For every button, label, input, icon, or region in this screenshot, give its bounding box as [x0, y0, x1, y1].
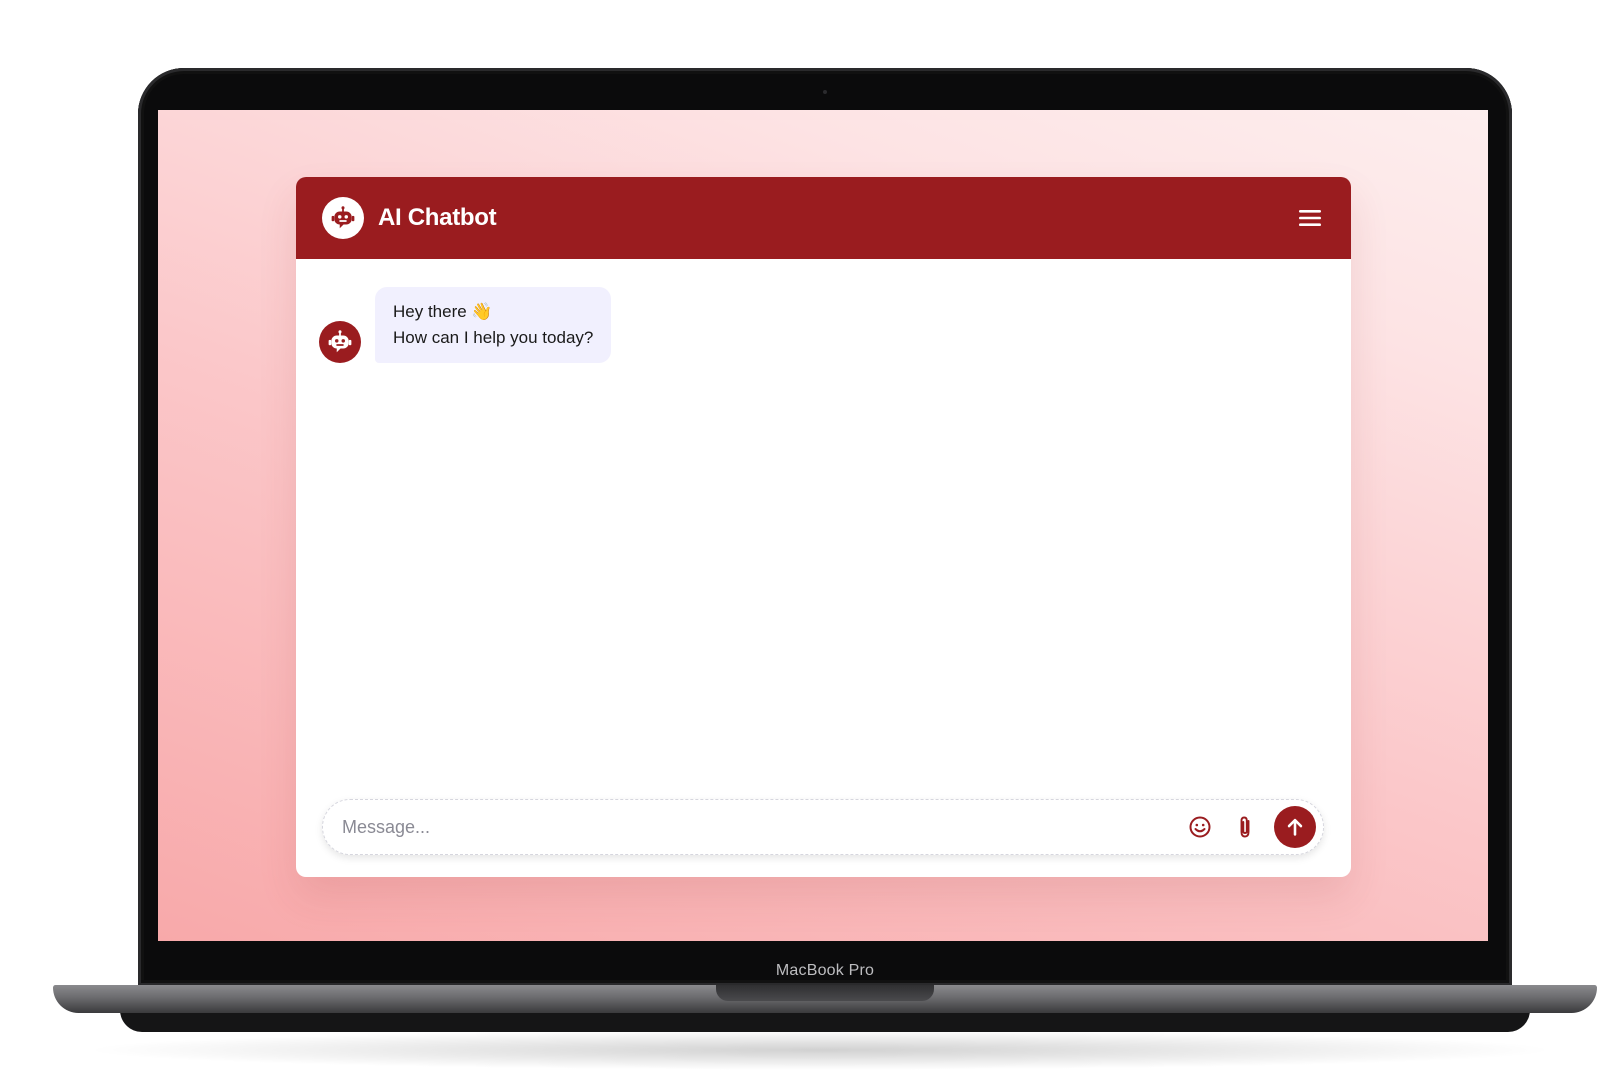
chat-header: AI Chatbot [296, 177, 1351, 259]
robot-icon [331, 206, 355, 229]
hamburger-menu-icon [1299, 210, 1321, 226]
paperclip-icon [1240, 816, 1250, 838]
chatbot-window: AI Chatbot Hey there 👋 How can I help yo… [296, 177, 1351, 877]
device-label: MacBook Pro [775, 962, 875, 979]
attach-button[interactable] [1228, 810, 1262, 844]
arrow-up-icon [1287, 818, 1303, 836]
message-line: Hey there 👋 [393, 302, 493, 321]
emoji-button[interactable] [1183, 810, 1217, 844]
bot-message: Hey there 👋 How can I help you today? [319, 287, 612, 363]
chatbot-logo [322, 197, 364, 239]
bot-avatar [319, 321, 361, 363]
emoji-smile-icon [1189, 816, 1211, 838]
message-line: How can I help you today? [393, 328, 594, 347]
menu-button[interactable] [1295, 203, 1325, 233]
webcam [823, 90, 827, 94]
chat-body: Hey there 👋 How can I help you today? [296, 259, 1351, 877]
laptop-screen: AI Chatbot Hey there 👋 How can I help yo… [158, 110, 1488, 941]
send-button[interactable] [1274, 806, 1316, 848]
robot-icon [328, 330, 352, 353]
laptop-base-bottom [120, 1010, 1530, 1032]
message-composer [322, 799, 1324, 855]
message-input[interactable] [323, 806, 1172, 848]
chatbot-title: AI Chatbot [378, 204, 497, 231]
message-bubble: Hey there 👋 How can I help you today? [375, 287, 612, 363]
laptop-opening-notch [716, 985, 934, 1001]
laptop-shadow [80, 1030, 1560, 1070]
